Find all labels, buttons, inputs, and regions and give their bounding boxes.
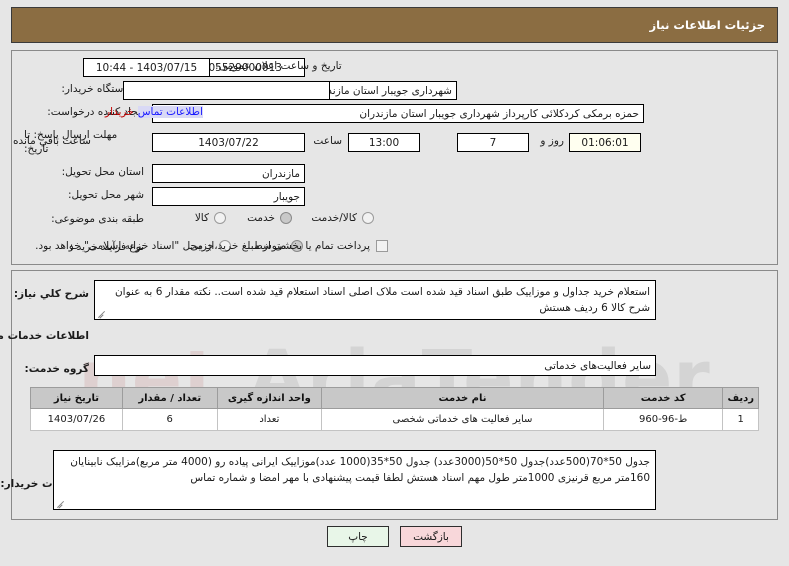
delivery-city-field[interactable]: جویبار [152,187,305,206]
deadline-countdown-label: ساعت باقي مانده [13,135,91,147]
need-summary-textarea[interactable]: استعلام خرید جداول و موزاییک طبق اسناد ق… [94,280,656,320]
cell-row-no: 1 [722,408,759,431]
delivery-province-value: مازندران [261,167,300,180]
delivery-province-label-row: استان محل تحویل: [62,166,144,178]
delivery-city-label-row: شهر محل تحویل: [68,189,144,201]
col-header-row-no: ردیف [722,387,759,409]
cell-unit: تعداد [216,408,323,431]
services-section-heading-row: اطلاعات خدمات مورد نیاز [0,330,89,342]
request-creator-value: حمزه برمکی کردکلائی کارپرداز شهرداری جوی… [359,107,639,120]
subject-category-label-row: طبقه بندی موضوعی: [51,213,144,225]
radio-kala-icon[interactable] [214,212,226,224]
treasury-bond-checkbox-label: پرداخت تمام یا بخشی از مبلغ خرید،از محل … [35,240,370,252]
deadline-time-field[interactable]: 13:00 [348,133,420,152]
subject-category-option-2-label: کالا/خدمت [311,212,357,224]
col-header-service-code: کد خدمت [602,387,724,409]
buyer-contact-link-primary: اطلاعات تماس [137,106,203,118]
service-group-value: سایر فعالیت‌های خدماتی [544,359,651,372]
buyer-org-value: شهرداری جویبار استان مازندران [311,84,452,97]
buyer-contact-link-secondary: خریدار [105,106,134,118]
deadline-time-label: ساعت [313,135,342,147]
footer-button-bar: بازگشت چاپ [0,526,789,547]
delivery-province-label: استان محل تحویل: [61,166,144,178]
table-header-row: ردیف کد خدمت نام خدمت واحد اندازه گیری ت… [30,387,759,409]
cell-service-code: ط-96-960 [602,408,724,431]
delivery-city-value: جویبار [273,190,300,203]
delivery-province-field[interactable]: مازندران [152,164,305,183]
services-table: ردیف کد خدمت نام خدمت واحد اندازه گیری ت… [30,387,759,431]
buyer-contact-link[interactable]: اطلاعات تماس خریدار [105,106,203,118]
radio-khedmat-icon[interactable] [280,212,292,224]
need-summary-label-row: شرح كلي نياز: [14,288,89,300]
treasury-bond-checkbox-row[interactable]: پرداخت تمام یا بخشی از مبلغ خرید،از محل … [35,240,388,252]
resize-grip-icon-notes[interactable] [56,499,65,508]
subject-category-label: طبقه بندی موضوعی: [51,213,144,225]
deadline-date-field[interactable]: 1403/07/22 [152,133,305,152]
deadline-days-label-row: روز و [540,135,564,147]
request-creator-field[interactable]: حمزه برمکی کردکلائی کارپرداز شهرداری جوی… [152,104,644,123]
col-header-unit: واحد اندازه گیری [216,387,323,409]
deadline-days-value: 7 [489,136,497,149]
cell-need-date: 1403/07/26 [30,408,123,431]
col-header-quantity: تعداد / مقدار [121,387,218,409]
page-header: جزئیات اطلاعات نیاز [11,7,778,43]
subject-category-option-kala[interactable]: کالا [195,212,226,224]
cell-service-name: سایر فعالیت های خدماتی شخصی [321,408,604,431]
service-group-label-row: گروه خدمت: [25,363,89,375]
service-group-label: گروه خدمت: [24,363,89,375]
deadline-countdown-value: 01:06:01 [581,136,629,149]
subject-category-option-khedmat[interactable]: خدمت [247,212,292,224]
print-button[interactable]: چاپ [327,526,389,547]
need-summary-value: استعلام خرید جداول و موزاییک طبق اسناد ق… [114,286,650,315]
announce-datetime-label: تاریخ و ساعت اعلان عمومی: [215,60,342,72]
services-section-heading: اطلاعات خدمات مورد نیاز [0,330,89,342]
col-header-service-name: نام خدمت [321,387,604,409]
deadline-days-label: روز و [540,135,564,147]
radio-kala-khedmat-icon[interactable] [362,212,374,224]
deadline-date-value: 1403/07/22 [198,136,259,149]
deadline-time-label-row: ساعت [313,135,342,147]
cell-quantity: 6 [121,408,218,431]
treasury-bond-checkbox-icon[interactable] [376,240,388,252]
back-button[interactable]: بازگشت [400,526,462,547]
deadline-countdown-label-row: ساعت باقي مانده [13,135,91,147]
resize-grip-icon[interactable] [97,309,106,318]
subject-category-option-kala-khedmat[interactable]: کالا/خدمت [311,212,374,224]
announce-datetime-value: 1403/07/15 - 10:44 [95,61,198,74]
delivery-city-label: شهر محل تحویل: [68,189,144,201]
subject-category-option-0-label: کالا [194,212,209,224]
buyer-notes-value: جدول 50*70(500عدد)جدول 50*50(3000عدد) جد… [70,456,650,485]
announce-datetime-label-row: تاریخ و ساعت اعلان عمومی: [215,60,342,72]
deadline-countdown-field: 01:06:01 [569,133,641,152]
need-summary-label: شرح كلي نياز: [13,288,89,300]
deadline-days-field[interactable]: 7 [457,133,529,152]
service-group-field[interactable]: سایر فعالیت‌های خدماتی [94,355,656,376]
buyer-notes-textarea[interactable]: جدول 50*70(500عدد)جدول 50*50(3000عدد) جد… [53,450,656,510]
page-root: جزئیات اطلاعات نیاز شماره نیاز: 11030055… [0,0,789,566]
announce-datetime-field[interactable]: 1403/07/15 - 10:44 [83,58,210,77]
col-header-need-date: تاریخ نیاز [30,387,123,409]
page-title: جزئیات اطلاعات نیاز [649,18,765,32]
deadline-time-value: 13:00 [368,136,400,149]
table-row: 1 ط-96-960 سایر فعالیت های خدماتی شخصی ت… [30,408,759,431]
subject-category-option-1-label: خدمت [247,212,275,224]
buyer-org-secondary-field[interactable] [123,81,330,100]
